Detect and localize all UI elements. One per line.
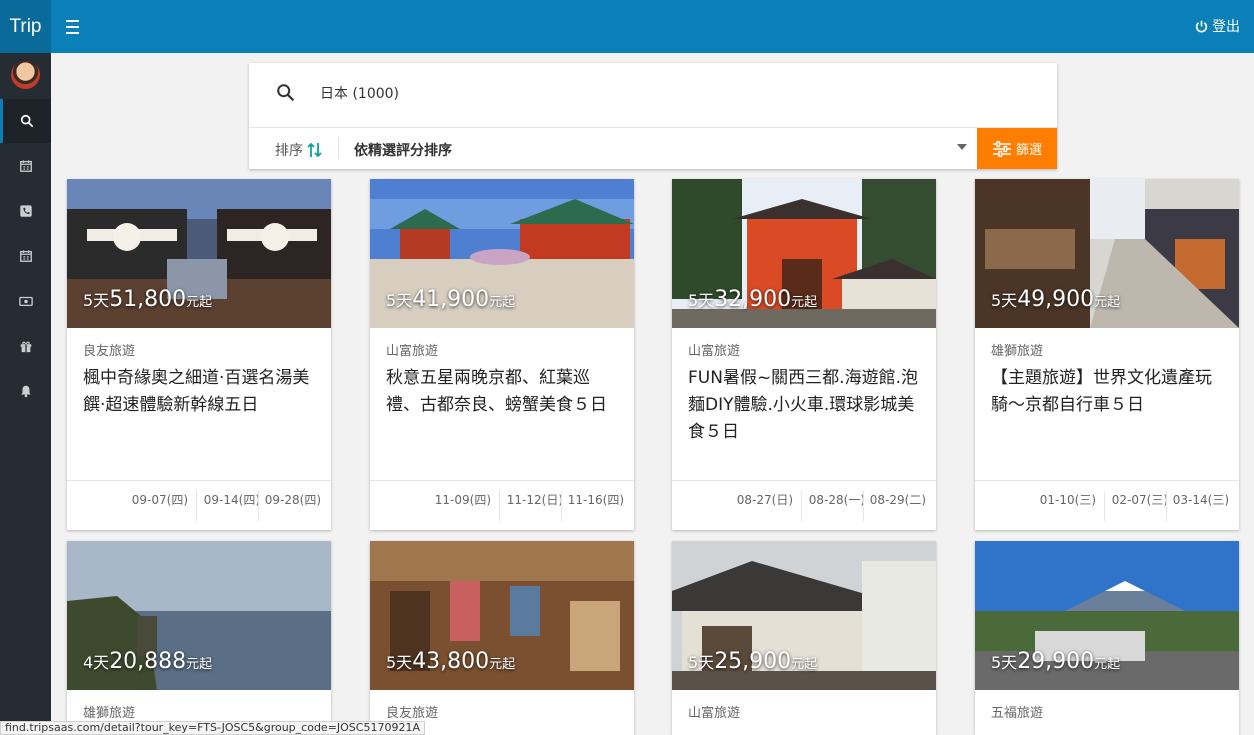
brand-logo[interactable]: Trip [0,0,51,53]
sidebar-item-phone[interactable] [0,189,51,233]
tour-card[interactable]: 5天25,900元起 山富旅遊 [672,541,936,735]
tour-card[interactable]: 5天29,900元起 五福旅遊 [975,541,1239,735]
sidebar-item-gift[interactable] [0,324,51,368]
tour-card[interactable]: 5天43,800元起 良友旅遊 [370,541,634,735]
departure-date[interactable]: 09-14(四) [195,491,260,521]
divider [338,137,339,159]
departure-date[interactable]: 09-28(四) [257,491,321,521]
sort-label: 排序 [275,143,303,159]
sort-dropdown[interactable]: 依精選評分排序 [354,128,977,169]
sort-bar: 排序 依精選評分排序 篩選 [249,128,1057,169]
top-bar: Trip 登出 [0,0,1254,53]
departure-date[interactable]: 02-07(三) [1103,491,1168,521]
tour-title[interactable]: 秋意五星兩晚京都、紅葉巡禮、古都奈良、螃蟹美食５日 [386,365,622,419]
tour-price: 5天41,900元起 [386,287,516,312]
tour-price: 4天20,888元起 [83,649,213,674]
departure-date[interactable]: 09-07(四) [132,491,188,521]
tour-agency: 良友旅遊 [83,344,136,359]
logout-label: 登出 [1212,19,1240,35]
tour-card[interactable]: 5天49,900元起 雄獅旅遊 【主題旅遊】世界文化遺產玩騎～京都自行車５日 0… [975,179,1239,530]
tour-dates: 01-10(三) 02-07(三) 03-14(三) [975,480,1239,530]
gift-icon [20,341,31,353]
sort-selected-value: 依精選評分排序 [354,143,452,159]
hamburger-menu-icon[interactable] [62,14,82,38]
chevron-down-icon [957,144,967,150]
tour-card[interactable]: 4天20,888元起 雄獅旅遊 [67,541,331,735]
calendar-icon [19,160,32,172]
tour-agency: 良友旅遊 [386,706,439,721]
status-bar-url: find.tripsaas.com/detail?tour_key=FTS-JO… [0,721,425,735]
sidebar-item-money[interactable] [0,279,51,323]
departure-date[interactable]: 11-16(四) [560,491,624,521]
tour-dates: 11-09(四) 11-12(日) 11-16(四) [370,480,634,530]
tour-agency: 雄獅旅遊 [991,344,1044,359]
sort-arrows-icon [307,142,322,158]
tour-title[interactable]: FUN暑假~關西三都.海遊館.泡麵DIY體驗.小火車.環球影城美食５日 [688,365,924,446]
departure-date[interactable]: 08-29(二) [862,491,926,521]
tour-price: 5天43,800元起 [386,649,516,674]
avatar[interactable] [11,60,40,89]
tour-title[interactable]: 【主題旅遊】世界文化遺產玩騎～京都自行車５日 [991,365,1227,419]
filter-button[interactable]: 篩選 [977,128,1057,169]
tour-agency: 山富旅遊 [688,706,741,721]
tour-title[interactable]: 楓中奇緣奧之細道‧百選名湯美饌‧超速體驗新幹線五日 [83,365,319,419]
search-icon [20,114,34,128]
sidebar-item-search[interactable] [0,99,51,143]
tour-price: 5天25,900元起 [688,649,818,674]
tour-agency: 山富旅遊 [688,344,741,359]
sidebar-item-schedule[interactable] [0,234,51,278]
money-icon [18,296,33,307]
departure-date[interactable]: 11-09(四) [435,491,491,521]
power-icon [1195,20,1208,32]
sort-toggle-button[interactable]: 排序 [275,140,323,160]
filter-label: 篩選 [1015,143,1042,158]
tour-price: 5天51,800元起 [83,287,213,312]
bell-icon [20,385,31,398]
tour-price: 5天49,900元起 [991,287,1121,312]
tour-card[interactable]: 5天32,900元起 山富旅遊 FUN暑假~關西三都.海遊館.泡麵DIY體驗.小… [672,179,936,530]
tour-dates: 09-07(四) 09-14(四) 09-28(四) [67,480,331,530]
departure-date[interactable]: 08-28(一) [800,491,865,521]
departure-date[interactable]: 11-12(日) [498,491,563,521]
tour-card[interactable]: 5天41,900元起 山富旅遊 秋意五星兩晚京都、紅葉巡禮、古都奈良、螃蟹美食５… [370,179,634,530]
departure-date[interactable]: 08-27(日) [737,491,793,521]
sidebar-item-calendar[interactable] [0,144,51,188]
search-query[interactable]: 日本 (1000) [320,83,399,103]
tour-agency: 五福旅遊 [991,706,1044,721]
departure-date[interactable]: 01-10(三) [1040,491,1096,521]
phone-icon [19,205,32,217]
logout-button[interactable]: 登出 [1195,16,1240,36]
tour-dates: 08-27(日) 08-28(一) 08-29(二) [672,480,936,530]
sidebar-item-notifications[interactable] [0,369,51,413]
tour-price: 5天32,900元起 [688,287,818,312]
search-icon [277,84,295,102]
search-panel: 日本 (1000) 排序 依精選評分排序 篩選 [249,63,1057,169]
departure-date[interactable]: 03-14(三) [1165,491,1229,521]
tour-price: 5天29,900元起 [991,649,1121,674]
tour-agency: 雄獅旅遊 [83,706,136,721]
tour-card[interactable]: 5天51,800元起 良友旅遊 楓中奇緣奧之細道‧百選名湯美饌‧超速體驗新幹線五… [67,179,331,530]
tour-agency: 山富旅遊 [386,344,439,359]
filter-sliders-icon [992,140,1011,157]
search-bar[interactable]: 日本 (1000) [249,63,1057,128]
calendar-icon [19,250,32,262]
sidebar [0,53,51,735]
